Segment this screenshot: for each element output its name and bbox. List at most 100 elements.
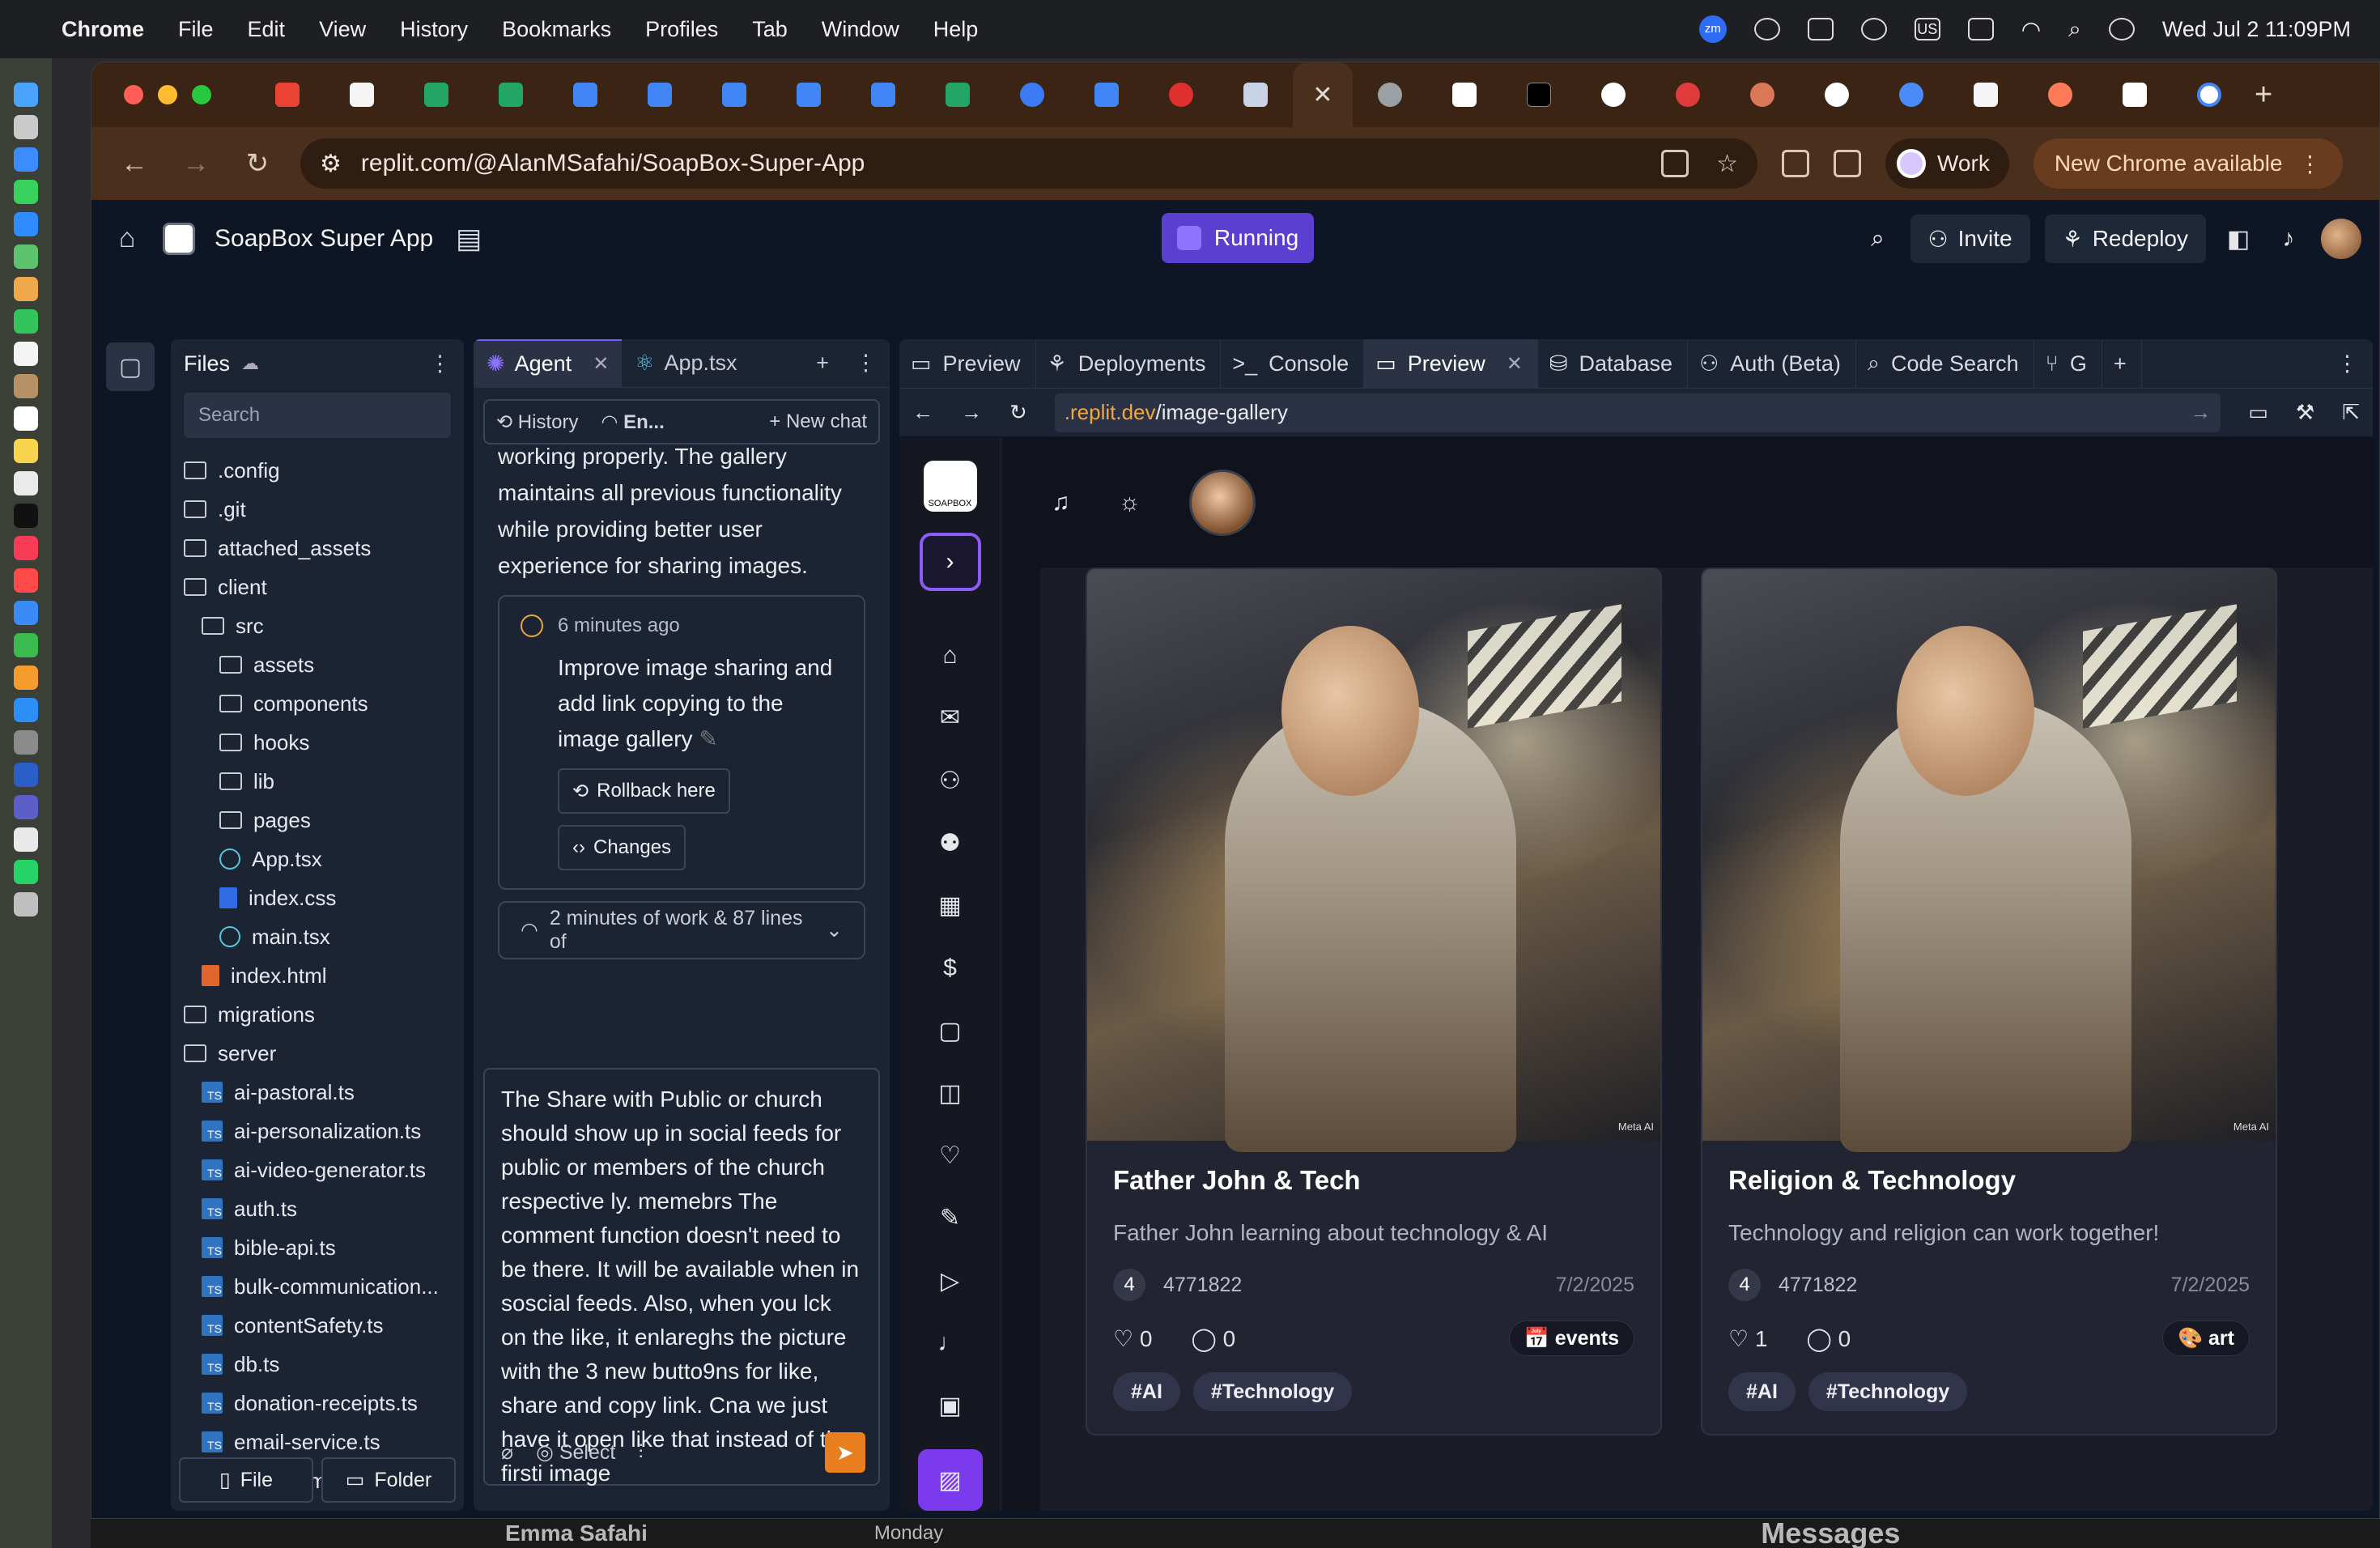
back-arrow-icon[interactable]: ← [116,148,153,180]
dock-notes-icon[interactable] [14,439,38,463]
users-icon[interactable]: ⚉ [930,824,971,862]
preview-back-icon[interactable]: ← [912,400,933,425]
tab-docs-5[interactable] [846,62,920,127]
history-button[interactable]: ⟲ History [496,410,578,434]
dock-tv-icon[interactable] [14,504,38,528]
dock-chrome-icon[interactable] [14,827,38,852]
dock-messages-icon[interactable] [14,180,38,204]
close-tab-icon[interactable]: ✕ [1312,81,1332,109]
like-button[interactable]: ♡ 1 [1728,1325,1767,1352]
file-tree-item[interactable]: assets [171,645,464,684]
dock-pages-icon[interactable] [14,666,38,690]
pen-icon[interactable]: ✎ [930,1199,971,1237]
dock-photos-icon[interactable] [14,277,38,301]
close-window-button[interactable] [124,85,143,104]
menu-help[interactable]: Help [933,17,979,42]
focus-icon[interactable] [1753,18,1780,40]
dock-whatsapp-icon[interactable] [14,860,38,884]
dock-facetime-icon[interactable] [14,309,38,334]
home-icon[interactable]: ⌂ [930,636,971,674]
dock-news-icon[interactable] [14,568,38,593]
menubar-clock[interactable]: Wed Jul 2 11:09PM [2162,17,2351,42]
spotlight-search-icon[interactable]: ⌕ [2068,16,2081,43]
tag[interactable]: #Technology [1192,1372,1353,1411]
tab-calendar[interactable] [1218,62,1293,127]
dock-calendar-icon[interactable] [14,342,38,366]
file-tree-item[interactable]: migrations [171,995,464,1034]
tab-sheets-2[interactable] [474,62,548,127]
microphone-icon[interactable]: ♩ [930,1325,971,1363]
expand-sidebar-button[interactable]: › [919,532,981,591]
menu-view[interactable]: View [319,17,366,42]
address-bar[interactable]: ⚙ replit.com/@AlanMSafahi/SoapBox-Super-… [300,138,1757,189]
menu-window[interactable]: Window [822,17,899,42]
preview-reload-icon[interactable]: ↻ [1009,400,1027,425]
environment-button[interactable]: ◠ En... [601,410,664,434]
gallery-card[interactable]: Meta AI Father John & Tech Father John l… [1086,568,1662,1435]
profile-button[interactable]: Work [1885,138,2009,189]
new-folder-button[interactable]: ▭ Folder [321,1457,456,1503]
file-tree-item[interactable]: src [171,606,464,645]
chat-icon[interactable]: ▢ [930,1011,971,1049]
tab-code-search[interactable]: ⌕ Code Search [1856,339,2034,388]
dock-music-icon[interactable] [14,536,38,560]
tab-openai-1[interactable] [1576,62,1651,127]
tab-deployments[interactable]: ⚘ Deployments [1036,339,1222,388]
file-tree-item[interactable]: TS ai-video-generator.ts [171,1150,464,1189]
tab-docs-2[interactable] [623,62,697,127]
close-agent-tab-icon[interactable]: ✕ [593,352,609,376]
tab-soapbox[interactable] [1427,62,1502,127]
file-tree-item[interactable]: TS bible-api.ts [171,1228,464,1267]
tab-docs-1[interactable] [548,62,623,127]
tab-preview-2[interactable]: ▭ Preview ✕ [1364,339,1538,388]
deploy-menu-icon[interactable]: ◧ [2221,221,2256,257]
search-icon[interactable]: ⌕ [1860,221,1896,257]
send-button[interactable]: ➤ [825,1432,865,1473]
video-icon[interactable]: ▣ [930,1387,971,1425]
file-tree-item[interactable]: components [171,684,464,723]
tab-github[interactable] [1800,62,1874,127]
file-tree-item[interactable]: .git [171,490,464,529]
tag[interactable]: #AI [1113,1372,1180,1411]
file-tree-item[interactable]: App.tsx [171,840,464,878]
tab-x[interactable] [1502,62,1576,127]
devtools-icon[interactable]: ⚒ [2296,400,2314,425]
heart-icon[interactable]: ♡ [930,1137,971,1175]
zoom-window-button[interactable] [192,85,211,104]
add-tab-button[interactable]: + [2102,339,2142,388]
devices-icon[interactable]: ▭ [2248,400,2268,425]
notifications-bell-icon[interactable]: ♪ [2271,221,2306,257]
close-preview-tab-icon[interactable]: ✕ [1507,352,1523,376]
attach-icon[interactable]: ⌀ [501,1435,513,1469]
sun-icon[interactable]: ☼ [1119,489,1141,517]
file-tree-item[interactable]: client [171,568,464,606]
files-more-icon[interactable]: ⋮ [429,351,451,376]
tab-replit-2[interactable] [1949,62,2023,127]
file-tree-item[interactable]: TS email-service.ts [171,1423,464,1461]
go-arrow-icon[interactable]: → [2190,400,2211,425]
soapbox-logo[interactable]: SOAPBOX [923,461,977,512]
menu-bookmarks[interactable]: Bookmarks [502,17,611,42]
image-gallery-icon[interactable]: ▨ [917,1449,983,1511]
gallery-card[interactable]: Meta AI Religion & Technology Technology… [1701,568,2277,1435]
file-tree-item[interactable]: server [171,1034,464,1073]
more-vert-icon[interactable]: ⋮ [2299,151,2322,177]
file-tree-item[interactable]: pages [171,801,464,840]
tab-hubspot[interactable] [2023,62,2097,127]
tab-acrobat[interactable] [1144,62,1218,127]
pane-more-icon[interactable]: ⋮ [2325,339,2373,388]
dock-appstore-icon[interactable] [14,698,38,722]
file-tree-item[interactable]: TS ai-personalization.ts [171,1112,464,1150]
select-element-button[interactable]: ◎ Select [536,1435,615,1469]
file-tree-item[interactable]: TS ai-pastoral.ts [171,1073,464,1112]
home-icon[interactable]: ⌂ [111,223,143,255]
tab-sheets-3[interactable] [920,62,995,127]
bookmark-star-icon[interactable]: ☆ [1716,150,1738,178]
tab-app-tsx[interactable]: ⚛ App.tsx [622,339,750,388]
reload-icon[interactable]: ↻ [239,147,276,180]
tab-git[interactable]: ⑂ G [2034,339,2102,388]
menu-file[interactable]: File [178,17,214,42]
dock-trash-icon[interactable] [14,892,38,916]
tab-soapbox-2[interactable] [2097,62,2172,127]
dollar-icon[interactable]: $ [930,949,971,987]
